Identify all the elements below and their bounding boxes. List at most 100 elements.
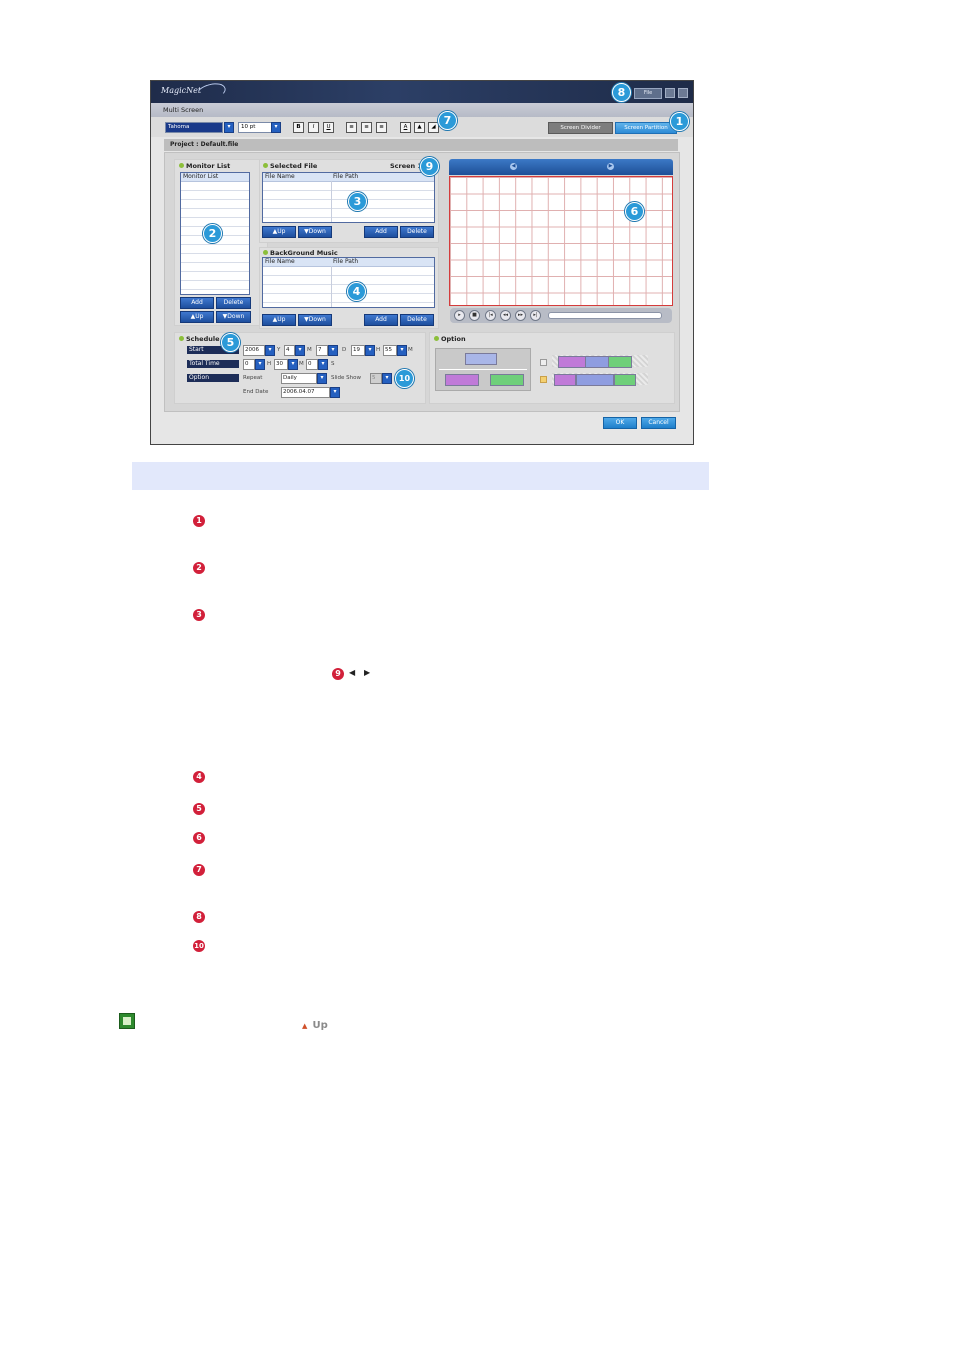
start-month-field[interactable]: 4 <box>284 345 295 356</box>
slideshow-label: Slide Show <box>331 375 362 381</box>
minute-dropdown-icon[interactable]: ▾ <box>397 345 407 356</box>
next-screen-icon[interactable]: ▶ <box>607 163 614 170</box>
option-tile-green <box>614 374 636 386</box>
stop-icon[interactable]: ■ <box>469 310 480 321</box>
cancel-button[interactable]: Cancel <box>641 417 676 429</box>
start-year-field[interactable]: 2006 <box>243 345 265 356</box>
screen-partition-button[interactable]: Screen Partition <box>615 122 677 134</box>
hour-dropdown-icon[interactable]: ▾ <box>365 345 375 356</box>
font-size-select[interactable]: 10 pt <box>238 122 272 133</box>
background-music-list[interactable]: File Name File Path <box>262 257 435 308</box>
monitor-up-button[interactable]: ▲Up <box>180 311 214 323</box>
month-dropdown-icon[interactable]: ▾ <box>295 345 305 356</box>
text-color-button[interactable]: A <box>400 122 411 133</box>
text-highlight-icon[interactable]: ▲ <box>414 122 425 133</box>
italic-button[interactable]: I <box>308 122 319 133</box>
total-seconds-field[interactable]: 0 <box>306 359 318 370</box>
monitor-delete-button[interactable]: Delete <box>216 297 251 309</box>
selected-add-button[interactable]: Add <box>364 226 398 238</box>
option-radio-1[interactable] <box>540 359 547 366</box>
rewind-icon[interactable]: ◂◂ <box>500 310 511 321</box>
play-pause-icon[interactable]: ▸ <box>454 310 465 321</box>
ok-button[interactable]: OK <box>603 417 637 429</box>
file-menu-button[interactable]: File <box>634 88 662 99</box>
layout-preview[interactable] <box>435 348 531 391</box>
end-date-field[interactable]: 2006.04.07 <box>281 387 330 398</box>
total-minutes-field[interactable]: 30 <box>274 359 288 370</box>
minimize-button[interactable] <box>665 88 675 98</box>
underline-button[interactable]: U <box>323 122 334 133</box>
previous-screen-icon[interactable]: ◀ <box>510 163 517 170</box>
day-dropdown-icon[interactable]: ▾ <box>328 345 338 356</box>
music-add-button[interactable]: Add <box>364 314 398 326</box>
music-down-label: Down <box>308 316 326 323</box>
close-button[interactable] <box>678 88 688 98</box>
align-right-icon[interactable]: ≡ <box>376 122 387 133</box>
playback-slider[interactable] <box>548 312 662 319</box>
app-logo: MagicNet <box>161 86 202 95</box>
preview-nav-bar: ◀ ▶ <box>449 159 673 175</box>
slideshow-dropdown-icon[interactable]: ▾ <box>382 373 392 384</box>
callout-8: 8 <box>612 83 631 102</box>
align-left-icon[interactable]: ≡ <box>346 122 357 133</box>
project-bar: Project : Default.file <box>164 139 678 151</box>
total-hours-dropdown-icon[interactable]: ▾ <box>255 359 265 370</box>
start-minute-field[interactable]: 55 <box>383 345 397 356</box>
col-file-path: File Path <box>333 258 359 265</box>
repeat-select[interactable]: Daily <box>281 373 317 384</box>
skip-start-icon[interactable]: |◂ <box>485 310 496 321</box>
font-name-select[interactable]: Tahoma <box>165 122 223 133</box>
bold-button[interactable]: B <box>293 122 304 133</box>
font-name-dropdown-icon[interactable]: ▾ <box>224 122 234 133</box>
callout-6: 6 <box>625 202 644 221</box>
slideshow-select[interactable]: 5 <box>370 373 382 384</box>
desc-number-7: 7 <box>193 864 205 876</box>
total-seconds-dropdown-icon[interactable]: ▾ <box>318 359 328 370</box>
monitor-add-button[interactable]: Add <box>180 297 214 309</box>
main-panel: Monitor List Monitor List Add Delete ▲Up… <box>164 152 680 412</box>
desc-number-3: 3 <box>193 609 205 621</box>
font-size-dropdown-icon[interactable]: ▾ <box>271 122 281 133</box>
col-file-name: File Name <box>265 173 295 180</box>
desc-number-5: 5 <box>193 803 205 815</box>
screen-divider-button[interactable]: Screen Divider <box>548 122 613 134</box>
section-bullet-icon <box>263 163 268 168</box>
total-hours-field[interactable]: 0 <box>243 359 255 370</box>
music-up-button[interactable]: ▲Up <box>262 314 296 326</box>
col-file-path: File Path <box>333 173 359 180</box>
background-color-icon[interactable]: ◢ <box>428 122 439 133</box>
column-divider <box>331 181 332 222</box>
music-down-button[interactable]: ▼Down <box>298 314 332 326</box>
end-date-dropdown-icon[interactable]: ▾ <box>330 387 340 398</box>
start-day-field[interactable]: 7 <box>316 345 328 356</box>
year-unit: Y <box>277 347 281 353</box>
fast-forward-icon[interactable]: ▸▸ <box>515 310 526 321</box>
layout-left-tile <box>445 374 479 386</box>
home-icon[interactable] <box>119 1013 135 1029</box>
total-minutes-dropdown-icon[interactable]: ▾ <box>288 359 298 370</box>
option-title: Option <box>441 335 466 343</box>
music-delete-button[interactable]: Delete <box>400 314 434 326</box>
repeat-dropdown-icon[interactable]: ▾ <box>317 373 327 384</box>
start-hour-field[interactable]: 19 <box>351 345 365 356</box>
month-unit: M <box>307 347 312 353</box>
home-icon-inner <box>123 1017 131 1025</box>
monitor-down-button[interactable]: ▼Down <box>216 311 251 323</box>
year-dropdown-icon[interactable]: ▾ <box>265 345 275 356</box>
option-row-2[interactable] <box>552 373 648 386</box>
desc-number-6: 6 <box>193 832 205 844</box>
selected-delete-button[interactable]: Delete <box>400 226 434 238</box>
desc-number-8: 8 <box>193 911 205 923</box>
option-tile-green <box>608 356 632 368</box>
screen-preview-grid[interactable] <box>449 176 673 306</box>
option-row-1[interactable] <box>552 355 648 368</box>
up-link[interactable]: ▲ Up <box>302 1013 328 1032</box>
selected-down-button[interactable]: ▼Down <box>298 226 332 238</box>
screen-number-label: Screen 1 <box>390 162 422 170</box>
skip-end-icon[interactable]: ▸| <box>530 310 541 321</box>
minute-unit: M <box>408 347 413 353</box>
option-radio-2[interactable] <box>540 376 547 383</box>
callout-4: 4 <box>347 282 366 301</box>
selected-up-button[interactable]: ▲Up <box>262 226 296 238</box>
align-center-icon[interactable]: ≡ <box>361 122 372 133</box>
